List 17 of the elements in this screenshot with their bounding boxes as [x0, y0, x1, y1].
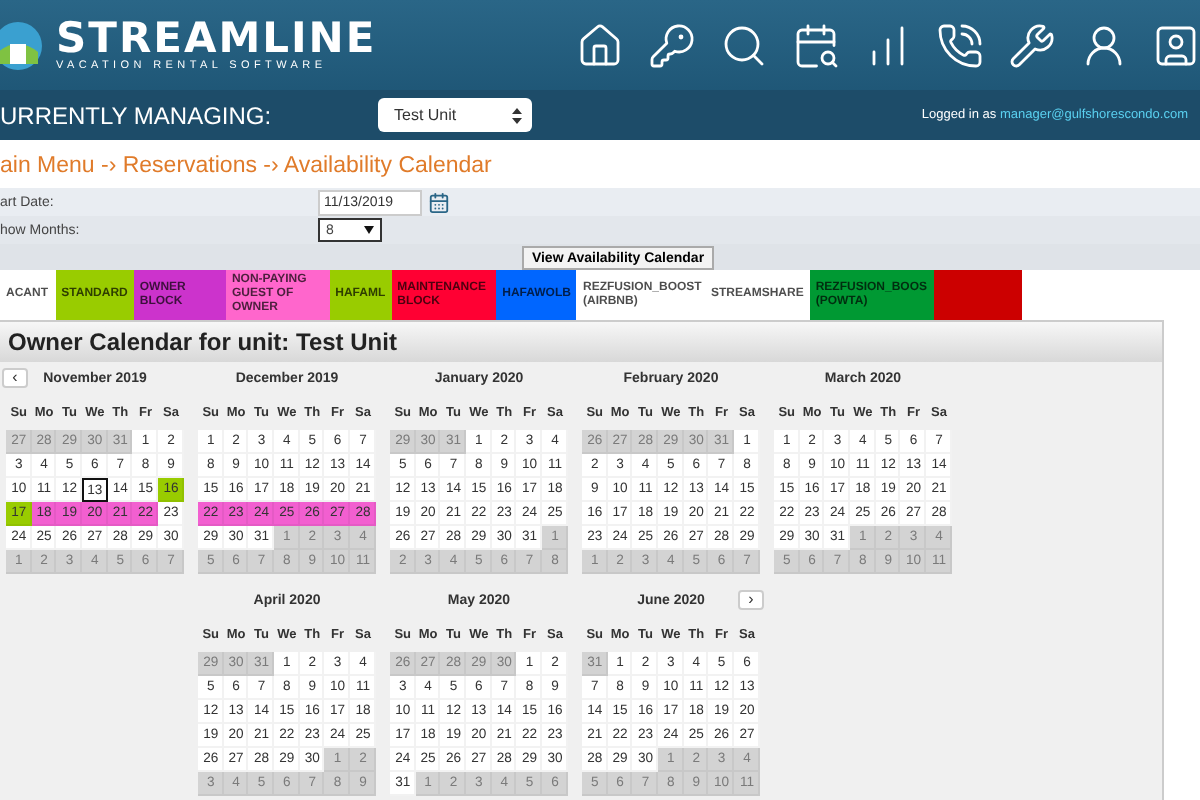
phone-icon[interactable] — [936, 21, 984, 69]
key-icon[interactable] — [648, 21, 696, 69]
caret-icon — [364, 222, 374, 238]
user-card-icon[interactable] — [1152, 21, 1200, 69]
calendar-search-icon[interactable] — [792, 21, 840, 69]
prev-month-button[interactable]: ‹ — [2, 368, 28, 388]
home-icon[interactable] — [576, 21, 624, 69]
search-icon[interactable] — [720, 21, 768, 69]
calendar-icon[interactable] — [428, 191, 450, 213]
next-month-button[interactable]: › — [738, 590, 764, 610]
unit-select[interactable]: Test Unit — [378, 98, 532, 132]
panel-title: Owner Calendar for unit: Test Unit — [0, 322, 1162, 362]
managing-label: URRENTLY MANAGING: — [0, 101, 274, 129]
wrench-icon[interactable] — [1008, 21, 1056, 69]
logo-title: STREAMLINE — [56, 17, 377, 57]
caret-icon — [512, 107, 522, 123]
breadcrumb: ain Menu -› Reservations -› Availability Calendar — [0, 152, 494, 182]
